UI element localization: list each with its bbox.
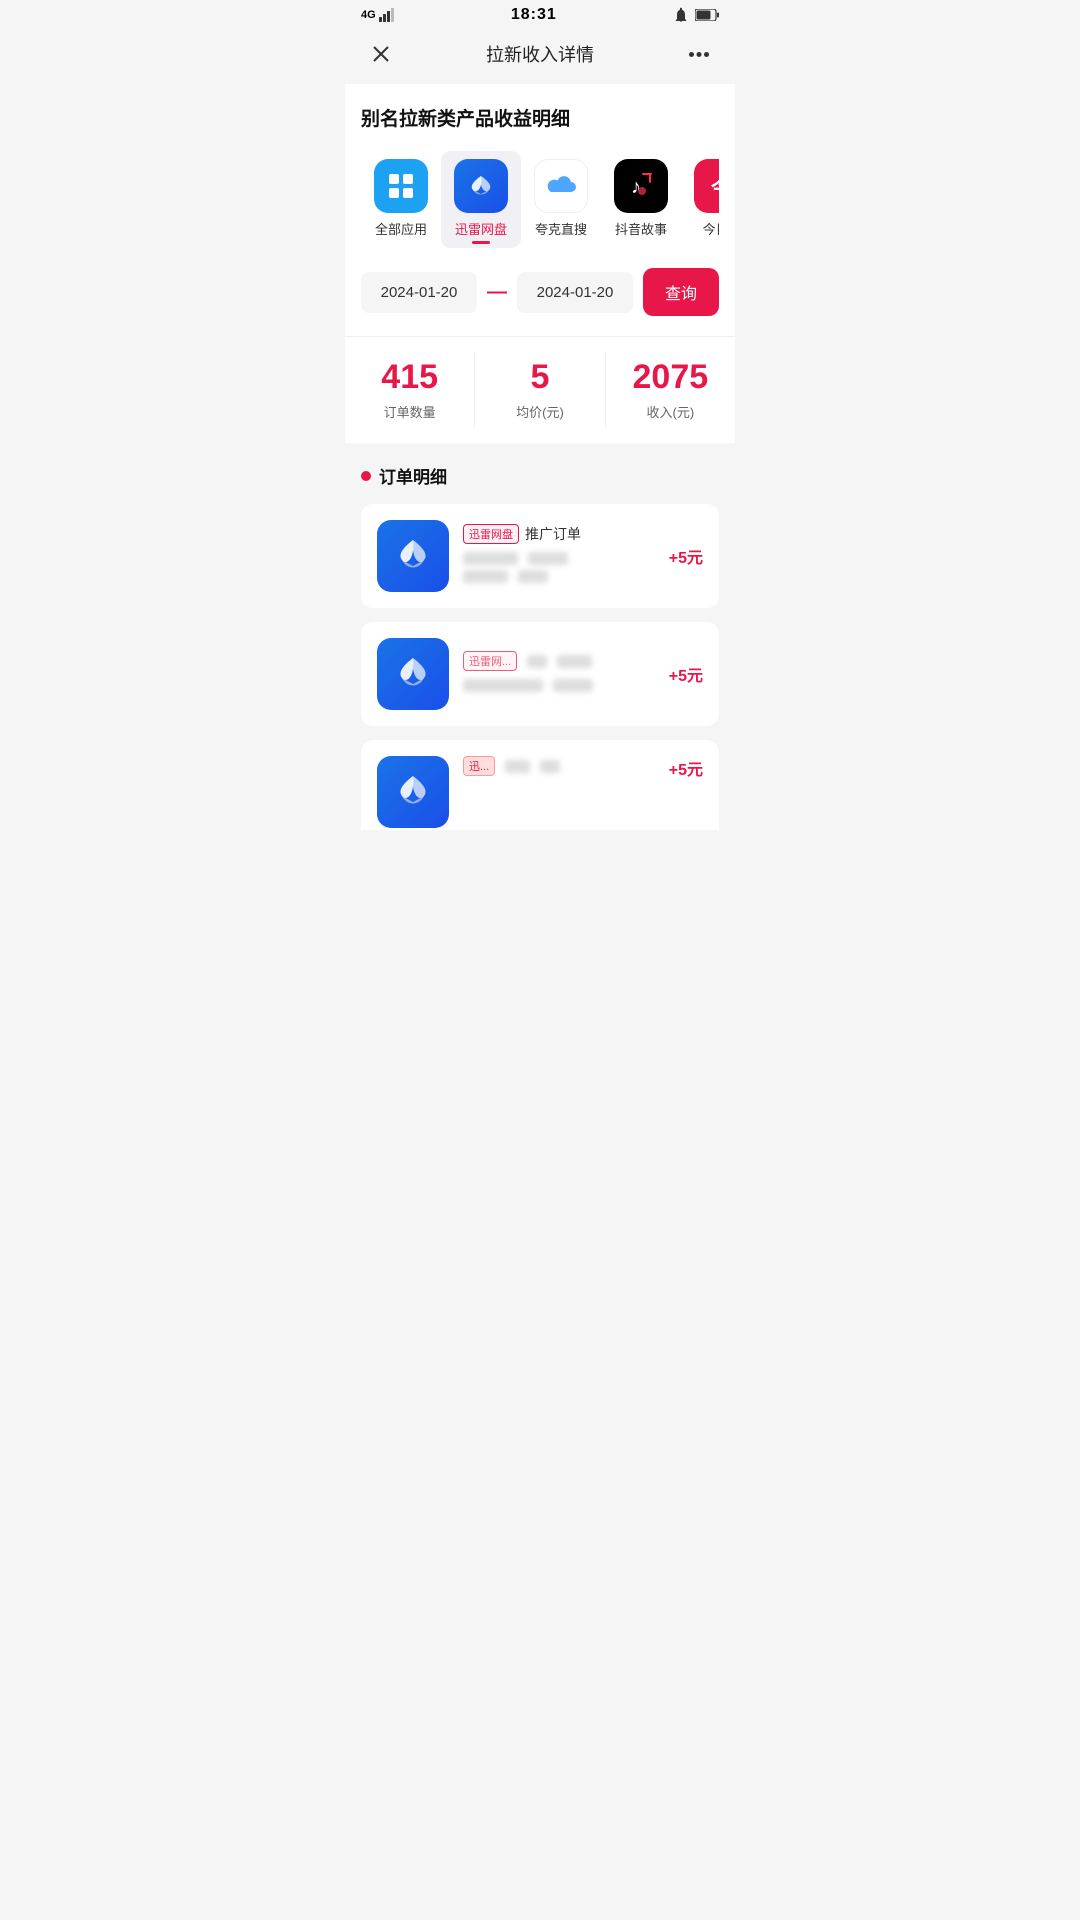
order-app-icon-1 <box>377 520 449 592</box>
order-info-3: 迅... <box>463 756 655 784</box>
blurred-2b <box>553 679 593 692</box>
stat-avg-price-value: 5 <box>531 359 550 396</box>
order-section: 订单明细 迅雷网盘 推广订单 +5元 <box>345 443 735 830</box>
order-app-icon-2 <box>377 638 449 710</box>
status-bar: 4G 18:31 <box>345 0 735 28</box>
all-apps-icon <box>374 159 428 213</box>
order-blurred-row-1b <box>463 570 655 583</box>
order-app-icon-3 <box>377 756 449 828</box>
order-tags-row-2: 迅雷网... <box>463 651 655 671</box>
all-apps-label: 全部应用 <box>375 219 427 238</box>
order-amount-2: +5元 <box>669 662 703 686</box>
xunlei-icon <box>454 159 508 213</box>
tab-xunlei[interactable]: 迅雷网盘 <box>441 151 521 248</box>
app-tabs: 全部应用 迅雷网盘 夸克直搜 <box>361 151 719 248</box>
blurred-tag <box>527 655 547 668</box>
stat-avg-price-label: 均价(元) <box>516 402 564 421</box>
date-range: 2024-01-20 — 2024-01-20 查询 <box>361 268 719 316</box>
query-button[interactable]: 查询 <box>643 268 719 316</box>
blurred-3a <box>505 760 530 773</box>
stats-row: 415 订单数量 5 均价(元) 2075 收入(元) <box>345 336 735 443</box>
stat-order-count: 415 订单数量 <box>345 353 475 427</box>
tab-all-apps[interactable]: 全部应用 <box>361 151 441 248</box>
active-indicator <box>472 241 490 244</box>
blurred-1a <box>463 552 518 565</box>
status-time: 18:31 <box>511 6 557 24</box>
jinri-icon: 今 <box>694 159 719 213</box>
mute-icon <box>673 7 689 23</box>
title-dot <box>361 471 371 481</box>
order-amount-1: +5元 <box>669 544 703 568</box>
start-date-input[interactable]: 2024-01-20 <box>361 272 477 313</box>
more-button[interactable] <box>683 38 715 70</box>
status-icons <box>673 7 719 23</box>
blurred-1b <box>528 552 568 565</box>
order-amount-3: +5元 <box>669 756 703 780</box>
order-tags-row-3: 迅... <box>463 756 655 776</box>
order-tag-3: 迅... <box>463 756 495 776</box>
kuake-label: 夸克直搜 <box>535 219 587 238</box>
blurred-tag2 <box>557 655 592 668</box>
order-card-2: 迅雷网... +5元 <box>361 622 719 726</box>
order-card: 迅雷网盘 推广订单 +5元 <box>361 504 719 608</box>
jinri-label: 今日... <box>703 219 719 238</box>
signal-text: 4G <box>361 9 376 21</box>
order-info-1: 迅雷网盘 推广订单 <box>463 524 655 588</box>
order-blurred-row-1 <box>463 552 655 565</box>
date-separator: — <box>487 281 507 304</box>
blurred-3b <box>540 760 560 773</box>
blurred-1d <box>518 570 548 583</box>
order-section-label: 订单明细 <box>379 463 447 488</box>
status-signal: 4G <box>361 8 395 22</box>
order-card-3: 迅... +5元 <box>361 740 719 830</box>
xunlei-label: 迅雷网盘 <box>455 219 507 238</box>
stat-revenue-label: 收入(元) <box>646 402 694 421</box>
svg-text:♪: ♪ <box>631 176 641 198</box>
jinri-icon-text: 今 <box>711 172 719 201</box>
stat-revenue-value: 2075 <box>633 359 709 396</box>
order-tag-2: 迅雷网... <box>463 651 517 671</box>
battery-icon <box>695 9 719 21</box>
stat-order-count-value: 415 <box>381 359 438 396</box>
blurred-2a <box>463 679 543 692</box>
tiktok-icon: ♪ <box>614 159 668 213</box>
section-title: 别名拉新类产品收益明细 <box>361 104 719 131</box>
main-content: 别名拉新类产品收益明细 全部应用 <box>345 84 735 443</box>
tiktok-label: 抖音故事 <box>615 219 667 238</box>
order-title-1: 推广订单 <box>525 524 581 544</box>
order-tag-1: 迅雷网盘 <box>463 524 519 544</box>
stat-order-count-label: 订单数量 <box>384 402 436 421</box>
kuake-icon <box>534 159 588 213</box>
order-section-title: 订单明细 <box>361 463 719 488</box>
order-info-2: 迅雷网... <box>463 651 655 697</box>
tab-tiktok[interactable]: ♪ 抖音故事 <box>601 151 681 248</box>
order-blurred-row-2 <box>463 679 655 692</box>
end-date-input[interactable]: 2024-01-20 <box>517 272 633 313</box>
blurred-1c <box>463 570 508 583</box>
tab-jinri[interactable]: 今 今日... <box>681 151 719 248</box>
header: 拉新收入详情 <box>345 28 735 84</box>
tab-kuake[interactable]: 夸克直搜 <box>521 151 601 248</box>
stat-avg-price: 5 均价(元) <box>475 353 605 427</box>
close-button[interactable] <box>365 38 397 70</box>
stat-revenue: 2075 收入(元) <box>606 353 735 427</box>
order-tags-row-1: 迅雷网盘 推广订单 <box>463 524 655 544</box>
page-title: 拉新收入详情 <box>486 41 594 67</box>
